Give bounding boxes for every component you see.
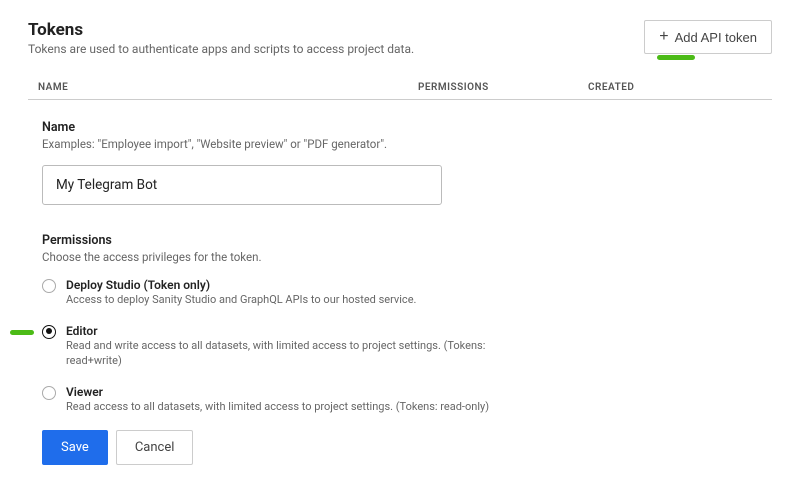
- permission-option-deploy-studio[interactable]: Deploy Studio (Token only) Access to dep…: [42, 278, 772, 308]
- annotation-mark: [657, 55, 695, 60]
- plus-icon: +: [659, 29, 668, 45]
- permission-option-viewer[interactable]: Viewer Read access to all datasets, with…: [42, 385, 772, 415]
- name-input[interactable]: [42, 165, 442, 205]
- name-field-label: Name: [42, 120, 772, 135]
- permission-option-desc: Access to deploy Sanity Studio and Graph…: [66, 293, 496, 308]
- permission-option-title: Deploy Studio (Token only): [66, 278, 496, 292]
- permission-option-desc: Read access to all datasets, with limite…: [66, 400, 496, 415]
- annotation-mark: [10, 330, 34, 335]
- name-field-hint: Examples: "Employee import", "Website pr…: [42, 137, 772, 151]
- permissions-field-hint: Choose the access privileges for the tok…: [42, 250, 772, 264]
- permissions-field-label: Permissions: [42, 233, 772, 248]
- save-button[interactable]: Save: [42, 430, 108, 465]
- add-api-token-button[interactable]: + Add API token: [644, 20, 772, 54]
- permission-option-desc: Read and write access to all datasets, w…: [66, 339, 496, 369]
- page-subtitle: Tokens are used to authenticate apps and…: [28, 42, 644, 56]
- radio-icon: [42, 325, 56, 339]
- permission-option-title: Editor: [66, 324, 496, 338]
- column-header-name: NAME: [28, 82, 418, 93]
- permission-option-editor[interactable]: Editor Read and write access to all data…: [42, 324, 772, 369]
- permission-option-title: Viewer: [66, 385, 496, 399]
- column-header-created: CREATED: [588, 82, 772, 93]
- column-header-permissions: PERMISSIONS: [418, 82, 588, 93]
- radio-icon: [42, 386, 56, 400]
- table-header: NAME PERMISSIONS CREATED: [28, 82, 772, 100]
- radio-icon: [42, 279, 56, 293]
- page-title: Tokens: [28, 20, 644, 40]
- add-api-token-label: Add API token: [675, 30, 757, 45]
- cancel-button[interactable]: Cancel: [116, 430, 194, 465]
